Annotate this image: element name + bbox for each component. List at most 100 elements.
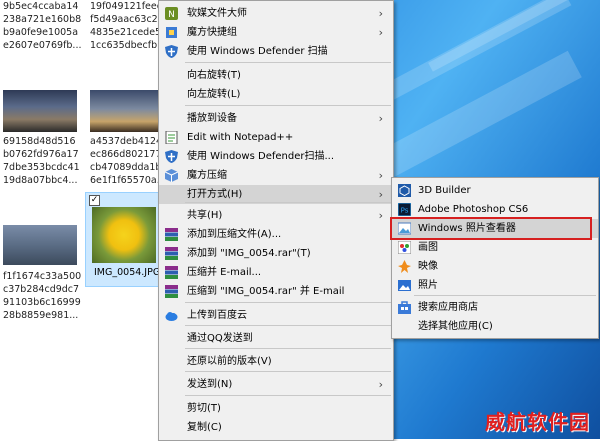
menu-separator [185, 325, 391, 326]
cube-compress-icon [165, 169, 178, 182]
context-menu-item[interactable]: 向左旋转(L) [159, 85, 393, 104]
baidu-cloud-icon [165, 312, 178, 321]
file-name-line[interactable]: 238a721e160b8 [3, 13, 81, 26]
open-with-item[interactable]: 3D Builder [392, 181, 598, 200]
file-name-line[interactable]: 6e1f1f65570a... [90, 174, 166, 187]
context-menu-item-label: 剪切(T) [187, 403, 221, 414]
submenu-arrow-icon: › [378, 7, 383, 20]
open-with-item[interactable]: 搜索应用商店 [392, 298, 598, 317]
context-menu-item-label: 发送到(N) [187, 379, 233, 390]
selected-file-item[interactable]: ✓ IMG_0054.JPG [85, 192, 162, 287]
context-menu-item[interactable]: 压缩并 E-mail... [159, 263, 393, 282]
context-menu-item-label: 魔方快捷组 [187, 27, 237, 38]
file-name-line[interactable]: cb47089dda1b [90, 161, 166, 174]
context-menu-item-label: 还原以前的版本(V) [187, 356, 272, 367]
thumbnail-image[interactable] [3, 225, 77, 265]
file-name-line[interactable]: f1f1674c33a500 [3, 270, 81, 283]
context-menu-item[interactable]: 添加到压缩文件(A)... [159, 225, 393, 244]
winrar-icon [165, 266, 178, 279]
context-menu-item[interactable]: 通过QQ发送到 [159, 329, 393, 348]
file-name-line[interactable]: 1cc635dbecfb... [90, 39, 166, 52]
menu-separator [185, 348, 391, 349]
open-with-item-label: 照片 [418, 280, 438, 291]
context-menu-item[interactable]: 共享(H) › [159, 206, 393, 225]
file-name-line[interactable]: 28b8859e981... [3, 309, 81, 322]
context-menu-item[interactable]: 剪切(T) [159, 399, 393, 418]
file-name-line[interactable]: b0762fd976a17 [3, 148, 80, 161]
file-name-line[interactable]: 19d8a07bbc4... [3, 174, 80, 187]
open-with-item-label: 映像 [418, 261, 438, 272]
context-menu-item[interactable]: 播放到设备 › [159, 109, 393, 128]
context-menu-item-label: 魔方压缩 [187, 170, 227, 181]
menu-separator [185, 395, 391, 396]
context-menu-item[interactable]: N 软媒文件大师 › [159, 4, 393, 23]
file-name-line[interactable]: f5d49aac63c2 [90, 13, 166, 26]
context-menu-item[interactable]: 魔方快捷组 › [159, 23, 393, 42]
selected-thumbnail-flower [92, 207, 156, 263]
file-name-line[interactable]: 4835e21cede5 [90, 26, 166, 39]
file-name-line[interactable]: 91103b6c16999 [3, 296, 81, 309]
context-menu-item-label: 使用 Windows Defender扫描... [187, 151, 335, 162]
file-name-line[interactable]: b9a0fe9e1005a [3, 26, 81, 39]
file-name-line[interactable]: 69158d48d516 [3, 135, 80, 148]
submenu-arrow-icon: › [378, 169, 383, 182]
file-name-line[interactable]: e2607e0769fb... [3, 39, 81, 52]
thumbnail-image[interactable] [90, 90, 158, 132]
menu-separator [185, 105, 391, 106]
defender-shield-icon [165, 45, 178, 58]
winrar-icon [165, 247, 178, 260]
thumbnail-image[interactable] [3, 90, 77, 132]
submenu-arrow-icon: › [378, 378, 383, 391]
context-menu-item[interactable]: 使用 Windows Defender 扫描 [159, 42, 393, 61]
winrar-icon [165, 285, 178, 298]
context-menu-item[interactable]: 复制(C) [159, 418, 393, 437]
photos-icon [398, 280, 411, 291]
highlight-box [390, 217, 592, 240]
context-menu: N 软媒文件大师 › 魔方快捷组 › 使用 Windows Defender 扫描 向右旋转… [158, 0, 394, 441]
3d-builder-icon [398, 184, 411, 197]
context-menu-item[interactable]: 向右旋转(T) [159, 66, 393, 85]
menu-separator [185, 62, 391, 63]
context-menu-item-label: Edit with Notepad++ [187, 132, 294, 143]
context-menu-item[interactable]: 压缩到 "IMG_0054.rar" 并 E-mail [159, 282, 393, 301]
context-menu-item[interactable]: 发送到(N) › [159, 375, 393, 394]
paint-icon [398, 241, 411, 254]
selected-file-label: IMG_0054.JPG [94, 267, 161, 278]
file-name-line[interactable]: 7dbe353bcdc41 [3, 161, 80, 174]
context-menu-item[interactable]: 上传到百度云 [159, 306, 393, 325]
notepad-plus-icon [165, 131, 178, 144]
file-name-line[interactable]: ec866d802177 [90, 148, 166, 161]
explorer-window: 9b5ec4ccaba14 238a721e160b8 b9a0fe9e1005… [0, 0, 166, 439]
open-with-item-label: 选择其他应用(C) [418, 321, 493, 332]
menu-separator [185, 302, 391, 303]
file-name-line[interactable]: a4537deb4124 [90, 135, 166, 148]
watermark-text: 威航软件园 [485, 410, 590, 434]
context-menu-item-label: 通过QQ发送到 [187, 333, 253, 344]
context-menu-item[interactable]: 添加到 "IMG_0054.rar"(T) [159, 244, 393, 263]
open-with-item[interactable]: 画图 [392, 238, 598, 257]
open-with-item-label: Adobe Photoshop CS6 [418, 204, 529, 215]
context-menu-item[interactable]: Edit with Notepad++ [159, 128, 393, 147]
context-menu-item-label: 复制(C) [187, 422, 222, 433]
selection-checkbox[interactable]: ✓ [89, 195, 100, 206]
file-name-line[interactable]: 9b5ec4ccaba14 [3, 0, 81, 13]
file-name-line[interactable]: c37b284cd9dc7 [3, 283, 81, 296]
context-menu-item-label: 压缩并 E-mail... [187, 267, 262, 278]
open-with-item-label: 画图 [418, 242, 438, 253]
open-with-item[interactable]: 映像 [392, 257, 598, 276]
file-name-line[interactable]: 19f049121feec [90, 0, 166, 13]
context-menu-item[interactable]: 魔方压缩 › [159, 166, 393, 185]
file-master-icon: N [165, 7, 178, 20]
open-with-item[interactable]: 选择其他应用(C) [392, 317, 598, 336]
open-with-item[interactable]: 照片 [392, 276, 598, 295]
open-with-item-label: 3D Builder [418, 185, 471, 196]
context-menu-item-label: 添加到压缩文件(A)... [187, 229, 282, 240]
context-menu-item-label: 共享(H) [187, 210, 223, 221]
context-menu-item[interactable]: 还原以前的版本(V) [159, 352, 393, 371]
svg-text:N: N [168, 10, 175, 20]
submenu-arrow-icon: › [378, 26, 383, 39]
context-menu-item[interactable]: 使用 Windows Defender扫描... [159, 147, 393, 166]
open-with-item-label: 搜索应用商店 [418, 302, 478, 313]
context-menu-item-label: 上传到百度云 [187, 310, 247, 321]
context-menu-item-label: 软媒文件大师 [187, 8, 247, 19]
